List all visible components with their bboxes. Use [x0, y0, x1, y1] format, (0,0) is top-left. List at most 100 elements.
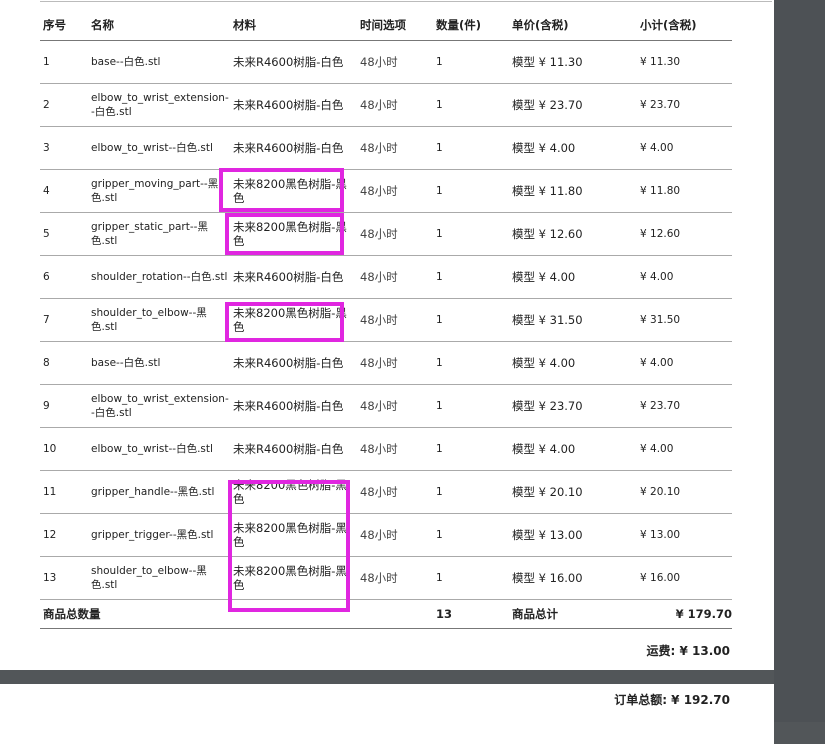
row-no: 11 [40, 470, 88, 514]
highlight-box-rows-11-13 [228, 480, 350, 612]
row-subtotal: ¥ 23.70 [637, 384, 732, 428]
row-material: 未来R4600树脂-白色 [230, 341, 357, 385]
row-name: shoulder_to_elbow--黑色.stl [88, 298, 230, 342]
row-material: 未来R4600树脂-白色 [230, 83, 357, 127]
row-material: 未来R4600树脂-白色 [230, 427, 357, 471]
row-time: 48小时 [357, 384, 433, 428]
row-name: shoulder_rotation--白色.stl [88, 255, 230, 299]
table-row: 10 elbow_to_wrist--白色.stl 未来R4600树脂-白色 48小时… [40, 427, 732, 471]
row-qty: 1 [433, 126, 509, 170]
table-header-row: 序号 名称 材料 时间选项 数量(件) 单价(含税) 小计(含税) [40, 10, 732, 41]
row-name: gripper_static_part--黑色.stl [88, 212, 230, 256]
table-row: 7 shoulder_to_elbow--黑色.stl 未来8200黑色树脂-黑色 4… [40, 298, 732, 342]
total-qty-value: 13 [433, 599, 509, 629]
row-subtotal: ¥ 4.00 [637, 255, 732, 299]
row-subtotal: ¥ 11.80 [637, 169, 732, 213]
row-qty: 1 [433, 427, 509, 471]
row-time: 48小时 [357, 83, 433, 127]
row-subtotal: ¥ 13.00 [637, 513, 732, 557]
row-subtotal: ¥ 4.00 [637, 341, 732, 385]
shipping-fee: 运费: ¥ 13.00 [646, 644, 730, 658]
row-no: 1 [40, 40, 88, 84]
row-qty: 1 [433, 384, 509, 428]
row-name: elbow_to_wrist_extension--白色.stl [88, 83, 230, 127]
row-no: 2 [40, 83, 88, 127]
header-unit-price: 单价(含税) [509, 10, 637, 41]
header-qty: 数量(件) [433, 10, 509, 41]
row-no: 10 [40, 427, 88, 471]
row-name: base--白色.stl [88, 341, 230, 385]
row-no: 8 [40, 341, 88, 385]
table-row: 6 shoulder_rotation--白色.stl 未来R4600树脂-白色 48… [40, 255, 732, 299]
row-time: 48小时 [357, 169, 433, 213]
table-row: 1 base--白色.stl 未来R4600树脂-白色 48小时 1 模型 ¥ 11.30… [40, 40, 732, 84]
row-material: 未来R4600树脂-白色 [230, 384, 357, 428]
row-unit-price: 模型 ¥ 12.60 [509, 212, 637, 256]
header-name: 名称 [88, 10, 230, 41]
table-row: 13 shoulder_to_elbow--黑色.stl 未来8200黑色树脂-黑色… [40, 556, 732, 600]
row-unit-price: 模型 ¥ 4.00 [509, 427, 637, 471]
viewer-margin [774, 0, 825, 722]
header-material: 材料 [230, 10, 357, 41]
row-subtotal: ¥ 16.00 [637, 556, 732, 600]
row-time: 48小时 [357, 556, 433, 600]
row-no: 5 [40, 212, 88, 256]
row-name: gripper_moving_part--黑色.stl [88, 169, 230, 213]
row-no: 9 [40, 384, 88, 428]
row-time: 48小时 [357, 212, 433, 256]
row-no: 6 [40, 255, 88, 299]
row-unit-price: 模型 ¥ 13.00 [509, 513, 637, 557]
row-material: 未来R4600树脂-白色 [230, 40, 357, 84]
row-subtotal: ¥ 11.30 [637, 40, 732, 84]
row-unit-price: 模型 ¥ 11.30 [509, 40, 637, 84]
row-time: 48小时 [357, 298, 433, 342]
row-qty: 1 [433, 255, 509, 299]
row-qty: 1 [433, 556, 509, 600]
row-qty: 1 [433, 83, 509, 127]
row-name: elbow_to_wrist_extension--白色.stl [88, 384, 230, 428]
row-subtotal: ¥ 4.00 [637, 427, 732, 471]
invoice-page-1: 序号 名称 材料 时间选项 数量(件) 单价(含税) 小计(含税) 1 base-… [0, 0, 774, 670]
total-sum-label: 商品总计 [509, 599, 637, 629]
row-no: 3 [40, 126, 88, 170]
header-no: 序号 [40, 10, 88, 41]
row-name: shoulder_to_elbow--黑色.stl [88, 556, 230, 600]
table-row: 5 gripper_static_part--黑色.stl 未来8200黑色树脂-黑… [40, 212, 732, 256]
highlight-box-row-5 [225, 213, 344, 255]
row-qty: 1 [433, 212, 509, 256]
row-unit-price: 模型 ¥ 4.00 [509, 255, 637, 299]
row-no: 7 [40, 298, 88, 342]
row-unit-price: 模型 ¥ 31.50 [509, 298, 637, 342]
row-no: 13 [40, 556, 88, 600]
row-material: 未来R4600树脂-白色 [230, 126, 357, 170]
table-row: 9 elbow_to_wrist_extension--白色.stl 未来R4600… [40, 384, 732, 428]
header-time: 时间选项 [357, 10, 433, 41]
row-no: 4 [40, 169, 88, 213]
row-unit-price: 模型 ¥ 4.00 [509, 126, 637, 170]
row-time: 48小时 [357, 470, 433, 514]
row-name: gripper_handle--黑色.stl [88, 470, 230, 514]
row-material: 未来R4600树脂-白色 [230, 255, 357, 299]
row-time: 48小时 [357, 513, 433, 557]
table-row: 2 elbow_to_wrist_extension--白色.stl 未来R4600… [40, 83, 732, 127]
row-unit-price: 模型 ¥ 4.00 [509, 341, 637, 385]
row-qty: 1 [433, 341, 509, 385]
row-subtotal: ¥ 12.60 [637, 212, 732, 256]
row-subtotal: ¥ 31.50 [637, 298, 732, 342]
row-name: elbow_to_wrist--白色.stl [88, 427, 230, 471]
row-unit-price: 模型 ¥ 11.80 [509, 169, 637, 213]
row-name: base--白色.stl [88, 40, 230, 84]
row-unit-price: 模型 ¥ 23.70 [509, 384, 637, 428]
row-unit-price: 模型 ¥ 20.10 [509, 470, 637, 514]
highlight-box-row-4 [219, 168, 344, 212]
row-time: 48小时 [357, 126, 433, 170]
grand-total: 订单总额: ¥ 192.70 [614, 693, 730, 707]
row-no: 12 [40, 513, 88, 557]
row-qty: 1 [433, 513, 509, 557]
highlight-box-row-7 [225, 302, 344, 342]
row-unit-price: 模型 ¥ 16.00 [509, 556, 637, 600]
row-qty: 1 [433, 169, 509, 213]
row-subtotal: ¥ 23.70 [637, 83, 732, 127]
top-rule [40, 1, 772, 2]
row-time: 48小时 [357, 40, 433, 84]
